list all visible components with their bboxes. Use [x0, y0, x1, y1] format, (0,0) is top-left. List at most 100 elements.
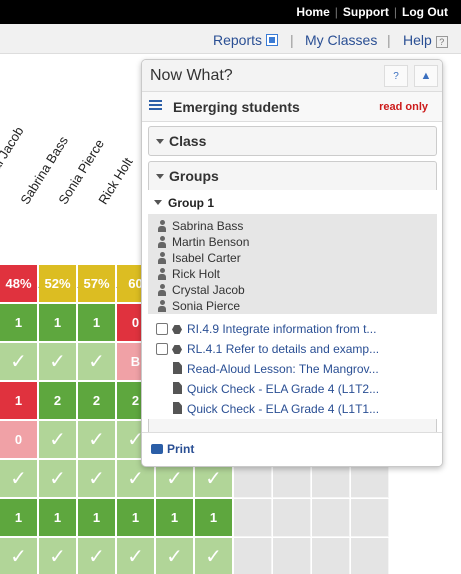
score-cell[interactable]: ✓ — [195, 538, 233, 574]
support-link[interactable]: Support — [338, 5, 394, 19]
item-link[interactable]: Quick Check - ELA Grade 4 (L1T1... — [187, 402, 379, 416]
home-link[interactable]: Home — [291, 5, 334, 19]
empty-cell — [351, 499, 389, 537]
group-1-header[interactable]: Group 1 — [148, 190, 437, 214]
score-value: 0 — [14, 432, 23, 447]
panel-subheader: Emerging students read only — [142, 92, 442, 122]
score-cell[interactable]: 1 — [156, 499, 194, 537]
score-cell[interactable]: 2 — [78, 382, 116, 420]
score-cell[interactable]: 1 — [78, 304, 116, 342]
group-student: Martin Benson — [148, 234, 437, 250]
standard-icon — [172, 325, 182, 334]
check-icon: ✓ — [49, 351, 66, 373]
empty-cell — [351, 538, 389, 574]
score-cell[interactable]: ✓ — [0, 460, 38, 498]
checkbox[interactable] — [156, 323, 168, 335]
item-link[interactable]: RL.4.1 Refer to details and examp... — [187, 342, 379, 356]
student-name: Crystal Jacob — [172, 283, 245, 297]
score-cell[interactable]: 1 — [195, 499, 233, 537]
collapse-panel-button[interactable]: ▲ — [414, 65, 438, 87]
score-cell[interactable]: ✓ — [39, 538, 77, 574]
score-cell[interactable]: ✓ — [78, 538, 116, 574]
score-value: 1 — [14, 393, 23, 408]
score-cell[interactable]: 1 — [39, 304, 77, 342]
print-button[interactable]: Print — [151, 442, 194, 456]
logout-link[interactable]: Log Out — [397, 5, 453, 19]
score-value: 1 — [53, 315, 62, 330]
reports-link[interactable]: Reports — [213, 32, 279, 48]
group-student-list: Sabrina Bass Martin Benson Isabel Carter Ri… — [148, 214, 437, 314]
column-header-student[interactable]: ystal Jacob — [0, 124, 26, 187]
score-cell[interactable]: ✓ — [39, 343, 77, 381]
empty-cell — [273, 538, 311, 574]
my-classes-link[interactable]: My Classes — [305, 32, 377, 48]
item-link[interactable]: RI.4.9 Integrate information from t... — [187, 322, 376, 336]
secondary-nav: Reports | My Classes | Help? — [0, 24, 461, 54]
class-section-label: Class — [169, 133, 207, 149]
score-cell[interactable]: ✓ — [39, 460, 77, 498]
group-student: Sonia Pierce — [148, 298, 437, 314]
score-cell[interactable]: 1 — [78, 499, 116, 537]
score-cell[interactable]: ✓ — [0, 538, 38, 574]
empty-cell — [234, 538, 272, 574]
score-value: 1 — [92, 510, 101, 525]
help-link[interactable]: Help? — [403, 32, 448, 48]
check-icon: ✓ — [88, 429, 105, 451]
check-icon: ✓ — [166, 468, 183, 490]
score-cell[interactable]: 0 — [0, 421, 38, 459]
caret-down-icon — [156, 139, 164, 144]
check-icon: ✓ — [127, 546, 144, 568]
score-cell[interactable]: 57% — [78, 265, 116, 303]
standard-icon — [172, 345, 182, 354]
group-student: Isabel Carter — [148, 250, 437, 266]
student-name: Martin Benson — [172, 235, 250, 249]
list-icon — [149, 100, 162, 112]
score-cell[interactable]: 1 — [0, 499, 38, 537]
score-value: 1 — [14, 315, 23, 330]
score-value: 1 — [170, 510, 179, 525]
check-icon: ✓ — [88, 351, 105, 373]
score-cell[interactable]: 1 — [0, 382, 38, 420]
score-cell[interactable]: 48% — [0, 265, 38, 303]
top-links: Home | Support | Log Out — [291, 5, 453, 19]
score-cell[interactable]: 1 — [0, 304, 38, 342]
class-section[interactable]: Class — [148, 126, 437, 156]
help-label: Help — [403, 32, 432, 48]
panel-help-button[interactable]: ? — [384, 65, 408, 87]
score-value: 1 — [53, 510, 62, 525]
resource-item: Read-Aloud Lesson: The Mangrov... — [148, 359, 437, 379]
score-cell[interactable]: ✓ — [0, 343, 38, 381]
score-cell[interactable]: 1 — [117, 499, 155, 537]
person-icon — [158, 268, 166, 280]
checkbox[interactable] — [156, 343, 168, 355]
column-header-student[interactable]: Rick Holt — [95, 155, 135, 207]
document-icon — [173, 362, 182, 374]
print-label: Print — [167, 442, 195, 456]
class-section-header[interactable]: Class — [149, 127, 436, 149]
check-icon: ✓ — [166, 546, 183, 568]
panel-footer: Print — [142, 432, 442, 466]
score-value: 2 — [131, 393, 140, 408]
person-icon — [158, 284, 166, 296]
score-cell[interactable]: 2 — [39, 382, 77, 420]
score-cell[interactable]: ✓ — [156, 538, 194, 574]
item-link[interactable]: Read-Aloud Lesson: The Mangrov... — [187, 362, 379, 376]
check-icon: ✓ — [205, 468, 222, 490]
score-cell[interactable]: ✓ — [117, 538, 155, 574]
score-cell[interactable]: 1 — [39, 499, 77, 537]
score-cell[interactable]: ✓ — [78, 343, 116, 381]
check-icon: ✓ — [10, 468, 27, 490]
item-link[interactable]: Quick Check - ELA Grade 4 (L1T2... — [187, 382, 379, 396]
caret-down-icon — [156, 174, 164, 179]
group-student: Rick Holt — [148, 266, 437, 282]
score-cell[interactable]: ✓ — [39, 421, 77, 459]
groups-section-label: Groups — [169, 168, 219, 184]
top-bar: Home | Support | Log Out — [0, 0, 461, 24]
score-cell[interactable]: 52% — [39, 265, 77, 303]
groups-section-header[interactable]: Groups — [149, 162, 436, 184]
group-student: Crystal Jacob — [148, 282, 437, 298]
score-value: 48% — [5, 276, 32, 291]
score-cell[interactable]: ✓ — [78, 460, 116, 498]
score-cell[interactable]: ✓ — [78, 421, 116, 459]
person-icon — [158, 252, 166, 264]
